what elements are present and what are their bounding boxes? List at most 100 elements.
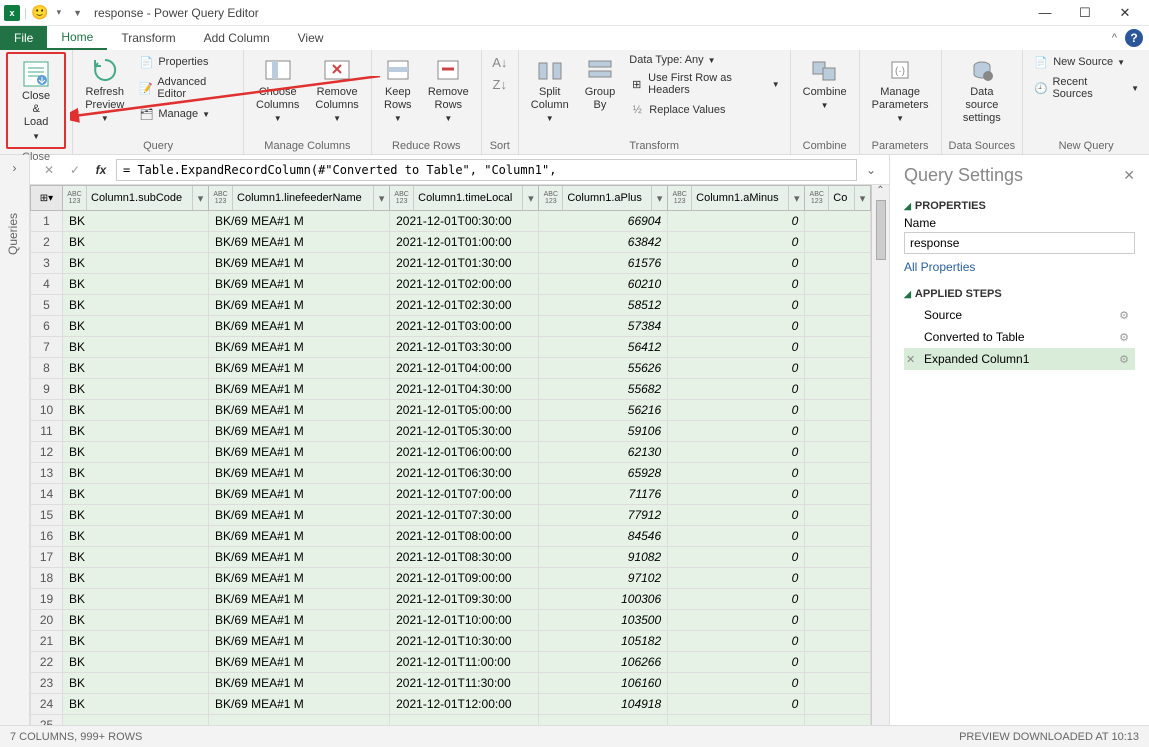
collapse-ribbon-icon[interactable]: ^	[1104, 32, 1125, 44]
data-source-settings-button[interactable]: Data source settings	[948, 52, 1017, 130]
cell[interactable]: 62130	[539, 442, 668, 463]
cell[interactable]: 61576	[539, 253, 668, 274]
row-number[interactable]: 22	[31, 652, 63, 673]
cell[interactable]: 2021-12-01T10:00:00	[390, 610, 539, 631]
recent-sources-button[interactable]: 🕘Recent Sources ▼	[1029, 74, 1143, 102]
cell[interactable]: BK/69 MEA#1 M	[209, 442, 390, 463]
cell[interactable]	[805, 379, 871, 400]
cell[interactable]: 0	[668, 253, 805, 274]
applied-step[interactable]: Source⚙	[904, 304, 1135, 326]
row-number[interactable]: 4	[31, 274, 63, 295]
type-icon[interactable]: ABC123	[539, 186, 563, 210]
cell[interactable]: 2021-12-01T03:30:00	[390, 337, 539, 358]
cell[interactable]: BK/69 MEA#1 M	[209, 610, 390, 631]
gear-icon[interactable]: ⚙	[1119, 309, 1129, 322]
cell[interactable]: 2021-12-01T02:30:00	[390, 295, 539, 316]
cell[interactable]: BK	[63, 274, 209, 295]
cell[interactable]: 2021-12-01T05:00:00	[390, 400, 539, 421]
cell[interactable]: 2021-12-01T07:30:00	[390, 505, 539, 526]
replace-values-button[interactable]: ½Replace Values	[625, 100, 783, 120]
cell[interactable]: 0	[668, 463, 805, 484]
row-number[interactable]: 24	[31, 694, 63, 715]
row-number[interactable]: 2	[31, 232, 63, 253]
row-number[interactable]: 16	[31, 526, 63, 547]
tab-home[interactable]: Home	[47, 26, 107, 50]
cell[interactable]	[390, 715, 539, 726]
cell[interactable]	[805, 589, 871, 610]
cell[interactable]: 2021-12-01T04:00:00	[390, 358, 539, 379]
cell[interactable]: 77912	[539, 505, 668, 526]
group-by-button[interactable]: Group By	[579, 52, 622, 116]
row-number[interactable]: 5	[31, 295, 63, 316]
cell[interactable]: 55682	[539, 379, 668, 400]
cell[interactable]: BK	[63, 232, 209, 253]
tab-file[interactable]: File	[0, 26, 47, 50]
column-header[interactable]: ABC123Column1.timeLocal▾	[390, 186, 539, 211]
cell[interactable]: 84546	[539, 526, 668, 547]
cell[interactable]: 2021-12-01T08:30:00	[390, 547, 539, 568]
cell[interactable]	[805, 211, 871, 232]
cell[interactable]: 55626	[539, 358, 668, 379]
cell[interactable]	[539, 715, 668, 726]
row-number[interactable]: 18	[31, 568, 63, 589]
cell[interactable]	[805, 568, 871, 589]
cell[interactable]: BK/69 MEA#1 M	[209, 673, 390, 694]
cell[interactable]: BK/69 MEA#1 M	[209, 526, 390, 547]
cell[interactable]: BK/69 MEA#1 M	[209, 400, 390, 421]
cell[interactable]: BK	[63, 589, 209, 610]
cell[interactable]: BK	[63, 652, 209, 673]
type-icon[interactable]: ABC123	[63, 186, 87, 210]
cell[interactable]: BK/69 MEA#1 M	[209, 337, 390, 358]
cell[interactable]: 2021-12-01T06:00:00	[390, 442, 539, 463]
cell[interactable]: 2021-12-01T12:00:00	[390, 694, 539, 715]
cell[interactable]: 0	[668, 442, 805, 463]
cell[interactable]: 66904	[539, 211, 668, 232]
combine-button[interactable]: Combine▼	[797, 52, 853, 115]
cell[interactable]: 2021-12-01T10:30:00	[390, 631, 539, 652]
help-icon[interactable]: ?	[1125, 29, 1143, 47]
remove-columns-button[interactable]: Remove Columns▼	[309, 52, 364, 128]
properties-button[interactable]: 📄Properties	[134, 52, 237, 72]
cell[interactable]: 97102	[539, 568, 668, 589]
cell[interactable]	[805, 631, 871, 652]
cell[interactable]: 103500	[539, 610, 668, 631]
close-and-load-button[interactable]: Close & Load ▼	[12, 56, 60, 145]
cell[interactable]: 0	[668, 568, 805, 589]
row-number[interactable]: 9	[31, 379, 63, 400]
split-column-button[interactable]: Split Column▼	[525, 52, 575, 128]
cell[interactable]: BK/69 MEA#1 M	[209, 379, 390, 400]
cell[interactable]: 2021-12-01T09:30:00	[390, 589, 539, 610]
column-header[interactable]: ABC123Column1.linefeederName▾	[209, 186, 390, 211]
cell[interactable]: BK	[63, 547, 209, 568]
close-button[interactable]: ✕	[1105, 2, 1145, 24]
cell[interactable]: 0	[668, 673, 805, 694]
qat-customize-icon[interactable]: ▼	[69, 8, 86, 18]
type-icon[interactable]: ABC123	[390, 186, 414, 210]
qat-dropdown-icon[interactable]: ▾	[53, 7, 66, 18]
row-number[interactable]: 6	[31, 316, 63, 337]
expand-queries-icon[interactable]: ›	[0, 155, 29, 181]
cell[interactable]	[805, 673, 871, 694]
cell[interactable]	[805, 526, 871, 547]
cell[interactable]: BK	[63, 379, 209, 400]
cell[interactable]: BK	[63, 442, 209, 463]
minimize-button[interactable]: —	[1025, 2, 1065, 24]
new-source-button[interactable]: 📄New Source ▼	[1029, 52, 1143, 72]
filter-dropdown-icon[interactable]: ▾	[788, 186, 804, 210]
queries-pane-collapsed[interactable]: › Queries	[0, 155, 30, 725]
cell[interactable]: 63842	[539, 232, 668, 253]
filter-dropdown-icon[interactable]: ▾	[192, 186, 208, 210]
cell[interactable]: 2021-12-01T01:30:00	[390, 253, 539, 274]
cell[interactable]: 56412	[539, 337, 668, 358]
row-number[interactable]: 21	[31, 631, 63, 652]
cell[interactable]: 106266	[539, 652, 668, 673]
cell[interactable]	[805, 484, 871, 505]
cell[interactable]: 0	[668, 652, 805, 673]
tab-view[interactable]: View	[284, 26, 338, 50]
formula-input[interactable]	[116, 159, 857, 181]
advanced-editor-button[interactable]: 📝Advanced Editor	[134, 74, 237, 102]
cell[interactable]	[805, 253, 871, 274]
cell[interactable]: BK	[63, 400, 209, 421]
formula-commit-icon[interactable]: ✓	[64, 159, 86, 181]
data-grid[interactable]: ⊞▾ABC123Column1.subCode▾ABC123Column1.li…	[30, 185, 871, 725]
